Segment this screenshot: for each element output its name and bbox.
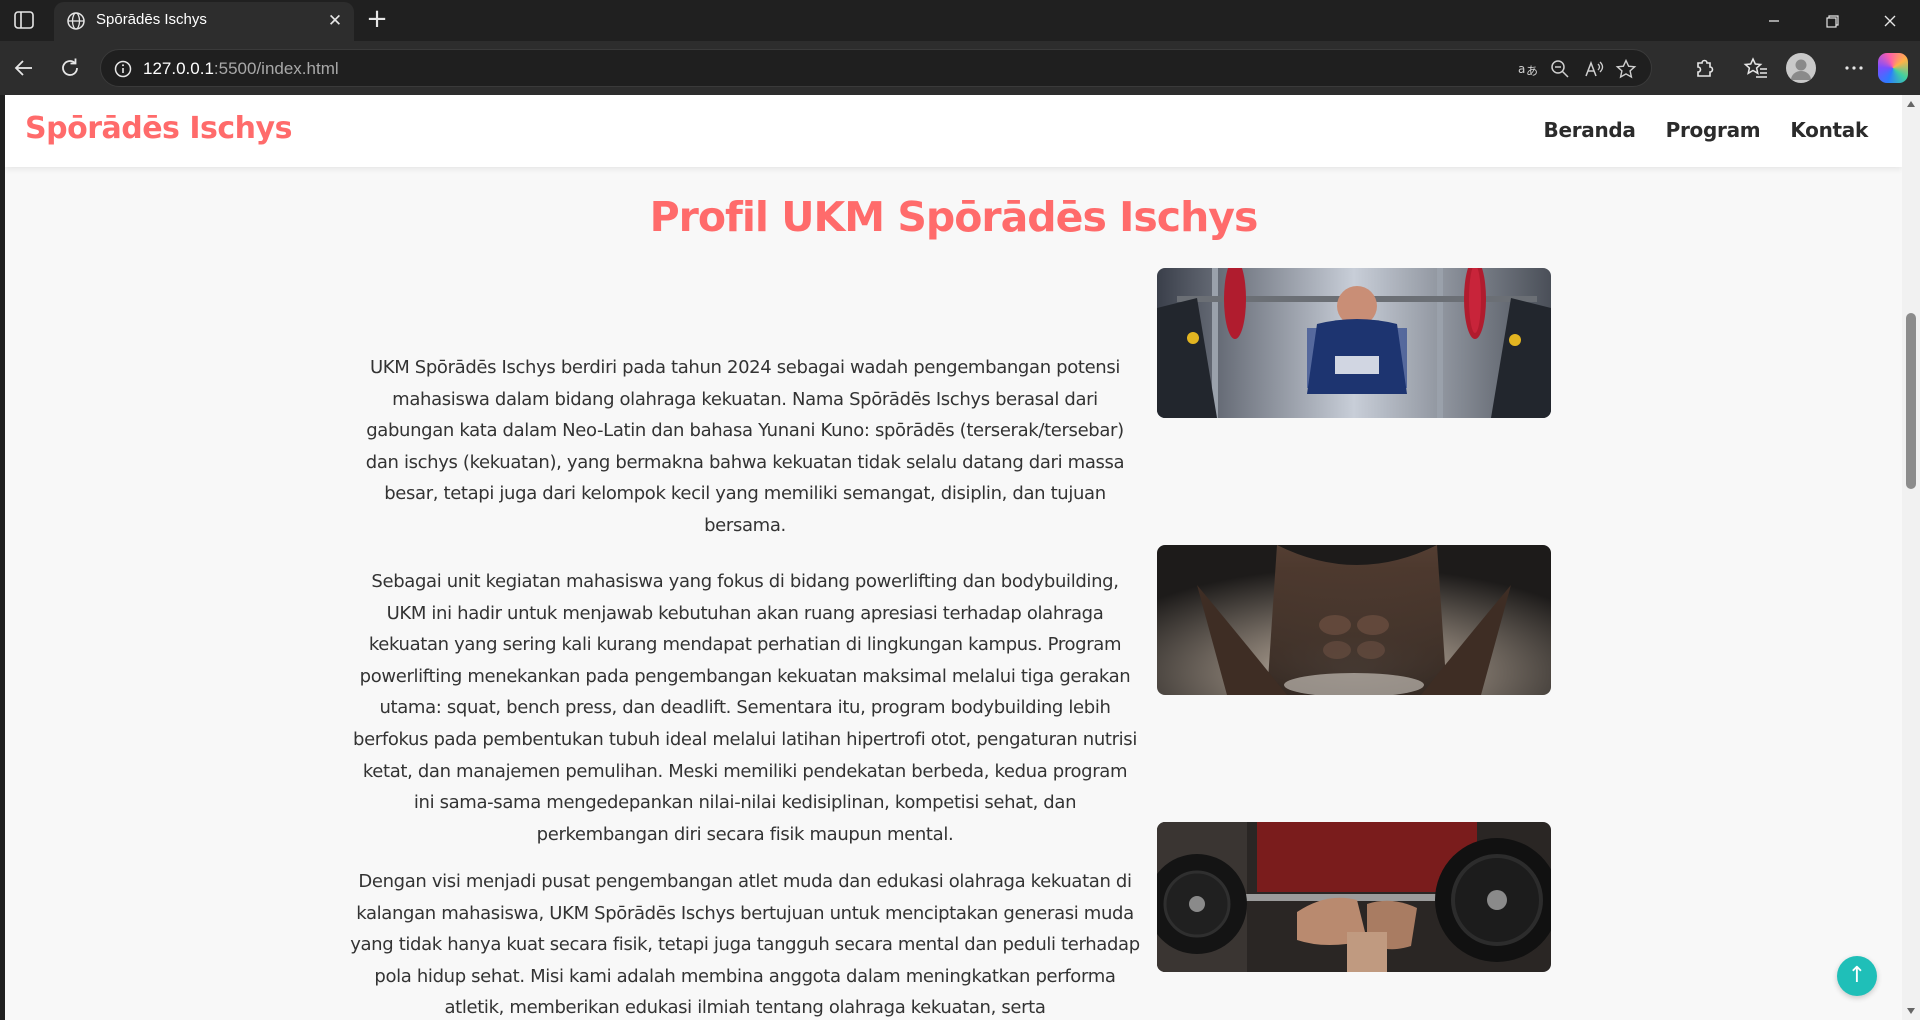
bodybuilder-photo — [1157, 545, 1551, 695]
squat-photo — [1157, 268, 1551, 418]
scrollbar-thumb[interactable] — [1906, 313, 1916, 489]
profile-paragraph: Sebagai unit kegiatan mahasiswa yang fok… — [353, 571, 1137, 845]
restore-icon[interactable] — [1818, 8, 1846, 34]
star-icon[interactable] — [1615, 58, 1637, 80]
profile-icon[interactable] — [1786, 53, 1816, 83]
plus-icon[interactable]: + — [364, 6, 390, 33]
close-icon[interactable]: ✕ — [324, 10, 346, 32]
back-icon[interactable] — [10, 54, 38, 82]
url-host: 127.0.0.1 — [143, 59, 214, 78]
info-icon[interactable] — [113, 59, 133, 79]
svg-text:a: a — [1518, 62, 1525, 76]
back-to-top-button[interactable]: ↑ — [1837, 956, 1877, 996]
zoom-out-icon[interactable] — [1549, 58, 1571, 80]
translate-icon[interactable]: aあ — [1517, 58, 1539, 80]
favorites-icon[interactable] — [1742, 54, 1770, 82]
scroll-down-icon[interactable] — [1907, 1008, 1915, 1014]
profile-paragraph: Dengan visi menjadi pusat pengembangan a… — [350, 871, 1140, 1019]
profile-paragraph: UKM Spōrādēs Ischys berdiri pada tahun 2… — [365, 357, 1125, 536]
page-scrollbar[interactable] — [1902, 95, 1920, 1020]
address-bar[interactable]: 127.0.0.1:5500/index.html aあ — [100, 49, 1652, 87]
browser-tab[interactable]: Spōrādēs Ischys ✕ — [54, 2, 354, 41]
minimize-icon[interactable] — [1760, 8, 1788, 34]
browser-tab-bar: Spōrādēs Ischys ✕ + — [0, 0, 1920, 41]
main-nav: Beranda Program Kontak — [1544, 118, 1869, 142]
reload-icon[interactable] — [56, 54, 84, 82]
browser-toolbar: 127.0.0.1:5500/index.html aあ — [0, 41, 1920, 95]
read-aloud-icon[interactable] — [1583, 58, 1605, 80]
page-title: Profil UKM Spōrādēs Ischys — [649, 193, 1259, 241]
extensions-icon[interactable] — [1690, 54, 1718, 82]
scroll-up-icon[interactable] — [1907, 101, 1915, 107]
site-brand[interactable]: Spōrādēs Ischys — [25, 111, 292, 146]
copilot-icon[interactable] — [1878, 53, 1908, 83]
globe-icon — [66, 11, 86, 31]
page-viewport: Spōrādēs Ischys Beranda Program Kontak P… — [5, 95, 1902, 1020]
url-path: :5500/index.html — [213, 59, 339, 78]
nav-link-beranda[interactable]: Beranda — [1544, 118, 1636, 142]
site-header: Spōrādēs Ischys Beranda Program Kontak — [5, 95, 1902, 167]
sidebar-toggle-icon[interactable] — [12, 9, 36, 31]
svg-text:あ: あ — [1526, 64, 1538, 78]
nav-link-program[interactable]: Program — [1666, 118, 1761, 142]
close-window-icon[interactable] — [1876, 8, 1904, 34]
url-text: 127.0.0.1:5500/index.html — [143, 59, 339, 79]
barbell-photo — [1157, 822, 1551, 972]
tab-title: Spōrādēs Ischys — [96, 11, 207, 28]
nav-link-kontak[interactable]: Kontak — [1790, 118, 1868, 142]
more-icon[interactable] — [1840, 54, 1868, 82]
